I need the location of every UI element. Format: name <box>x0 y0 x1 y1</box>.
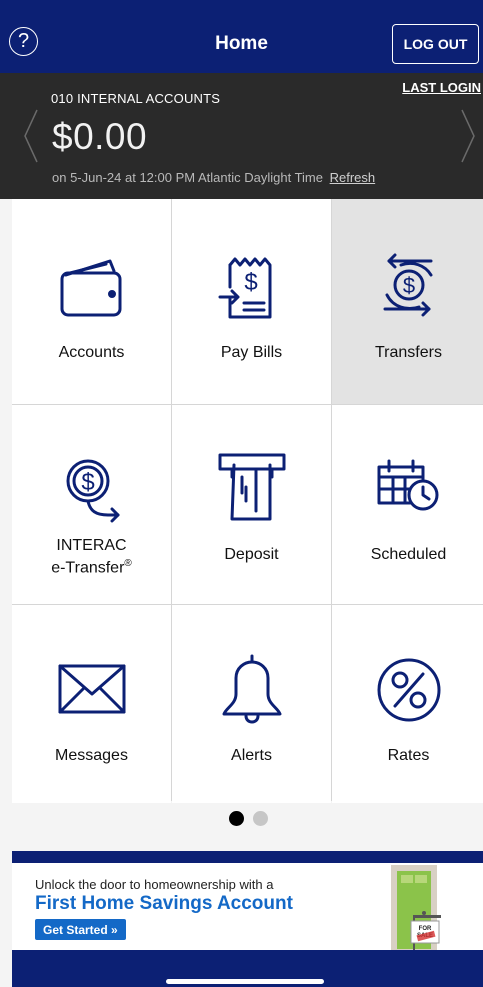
get-started-button[interactable]: Get Started » <box>35 919 126 940</box>
bottom-bar <box>12 950 483 987</box>
promo-top-bar <box>12 851 483 863</box>
help-icon: ? <box>17 30 30 52</box>
bell-icon <box>212 650 292 730</box>
home-indicator[interactable] <box>166 979 324 984</box>
promo-text: Unlock the door to homeownership with a <box>35 877 274 892</box>
balance-timestamp: on 5-Jun-24 at 12:00 PM Atlantic Dayligh… <box>52 170 375 185</box>
tile-alerts[interactable]: Alerts <box>172 605 331 803</box>
tile-scheduled[interactable]: Scheduled <box>332 405 483 604</box>
tile-interac-etransfer-label: INTERAC e-Transfer® <box>12 537 171 577</box>
page-dot-1[interactable] <box>229 811 244 826</box>
help-button[interactable]: ? <box>9 27 38 56</box>
tile-pay-bills[interactable]: $ Pay Bills <box>172 199 331 404</box>
account-balance: $0.00 <box>52 116 148 157</box>
tile-transfers-label: Transfers <box>375 344 442 361</box>
tile-transfers[interactable]: $ Transfers <box>332 199 483 404</box>
tile-deposit-label: Deposit <box>224 546 279 563</box>
services-grid: Accounts $ Pay Bills $ Transfers $ INTER… <box>12 199 483 803</box>
transfer-icon: $ <box>369 247 449 327</box>
tile-alerts-label: Alerts <box>231 747 272 764</box>
account-name: 010 INTERNAL ACCOUNTS <box>51 91 221 106</box>
app-header: ? Home LOG OUT <box>0 0 483 73</box>
promo-banner[interactable]: Unlock the door to homeownership with a … <box>12 863 483 950</box>
atm-deposit-icon <box>212 447 292 527</box>
registered-mark: ® <box>124 558 132 569</box>
tile-deposit[interactable]: Deposit <box>172 405 331 604</box>
house-for-sale-icon: FOR SALE <box>391 865 441 950</box>
sign-text-line1: FOR <box>419 926 432 932</box>
tile-accounts-label: Accounts <box>58 344 125 361</box>
tile-accounts[interactable]: Accounts <box>12 199 171 404</box>
tile-messages-label: Messages <box>55 747 128 764</box>
account-summary: 010 INTERNAL ACCOUNTS LAST LOGIN $0.00 o… <box>0 73 483 199</box>
last-login-link[interactable]: LAST LOGIN <box>402 80 481 95</box>
wallet-icon <box>52 247 132 327</box>
calendar-clock-icon <box>369 447 449 527</box>
refresh-link[interactable]: Refresh <box>330 170 376 185</box>
svg-text:$: $ <box>244 269 257 296</box>
promo-heading: First Home Savings Account <box>35 893 293 914</box>
bill-icon: $ <box>212 247 292 327</box>
tile-scheduled-label: Scheduled <box>370 546 447 563</box>
next-account-arrow-icon[interactable] <box>460 108 476 164</box>
etransfer-icon: $ <box>52 447 132 527</box>
home-screen: ? Home LOG OUT 010 INTERNAL ACCOUNTS LAS… <box>0 0 483 987</box>
tile-rates[interactable]: Rates <box>332 605 483 803</box>
interac-label-line1: INTERAC <box>56 537 127 554</box>
tile-pay-bills-label: Pay Bills <box>220 344 283 361</box>
interac-label-line2-text: e-Transfer <box>51 559 125 577</box>
page-indicator <box>229 811 268 826</box>
envelope-icon <box>52 650 132 730</box>
svg-text:$: $ <box>81 469 94 496</box>
percent-icon <box>369 650 449 730</box>
interac-label-line2: e-Transfer® <box>12 555 171 577</box>
balance-timestamp-text: on 5-Jun-24 at 12:00 PM Atlantic Dayligh… <box>52 170 323 185</box>
page-dot-2[interactable] <box>253 811 268 826</box>
tile-interac-etransfer[interactable]: $ INTERAC e-Transfer® <box>12 405 171 604</box>
tile-rates-label: Rates <box>387 747 430 764</box>
logout-button[interactable]: LOG OUT <box>392 24 479 64</box>
svg-text:$: $ <box>402 273 414 298</box>
previous-account-arrow-icon[interactable] <box>23 108 39 164</box>
tile-messages[interactable]: Messages <box>12 605 171 803</box>
